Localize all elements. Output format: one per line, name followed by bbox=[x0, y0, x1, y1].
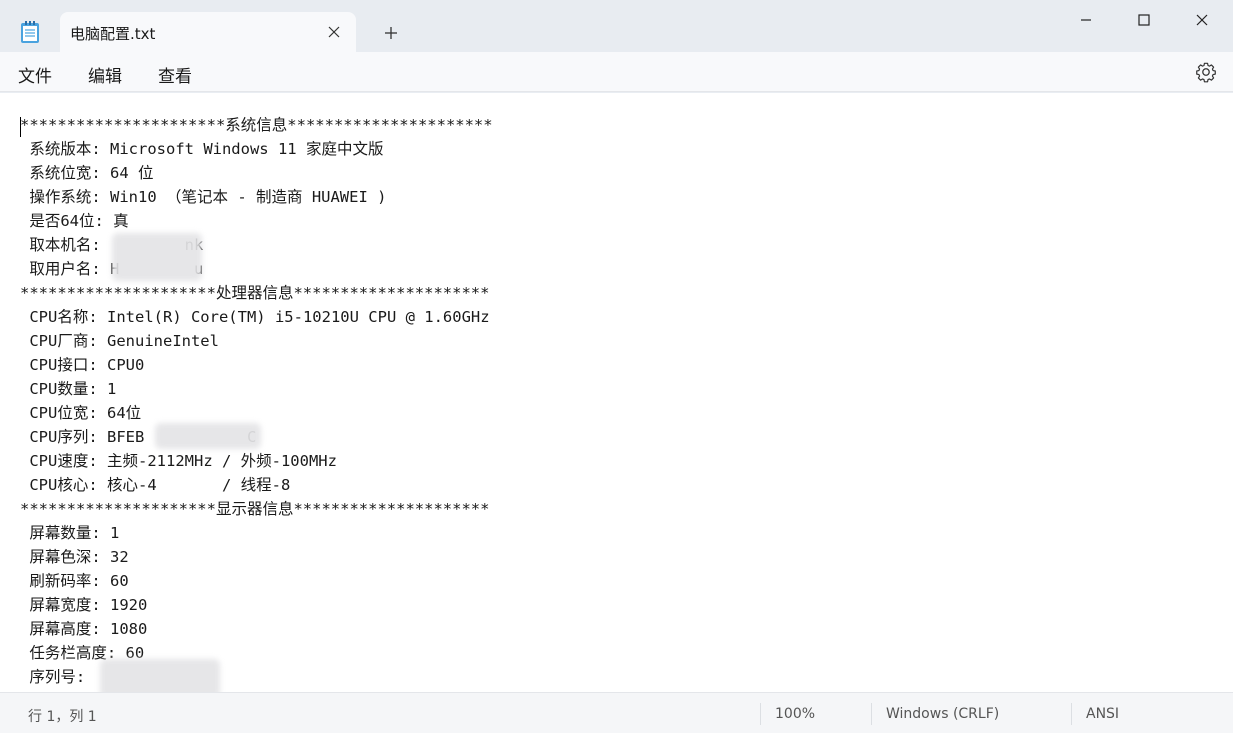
settings-button[interactable] bbox=[1195, 61, 1217, 83]
text-line: **********************系统信息**************… bbox=[20, 116, 493, 134]
text-line: CPU速度: 主频-2112MHz / 外频-100MHz bbox=[20, 452, 337, 470]
text-line: 屏幕宽度: 1920 bbox=[20, 596, 148, 614]
minimize-button[interactable] bbox=[1057, 0, 1115, 40]
divider bbox=[1071, 703, 1072, 725]
text-line: CPU名称: Intel(R) Core(TM) i5-10210U CPU @… bbox=[20, 308, 490, 326]
divider bbox=[871, 703, 872, 725]
redaction-blur bbox=[100, 659, 220, 692]
text-caret bbox=[20, 117, 21, 137]
text-line: CPU接口: CPU0 bbox=[20, 356, 145, 374]
text-line: *********************显示器信息**************… bbox=[20, 500, 490, 518]
menu-edit[interactable]: 编辑 bbox=[88, 62, 122, 87]
text-line: CPU位宽: 64位 bbox=[20, 404, 142, 422]
redaction-blur bbox=[112, 233, 202, 281]
zoom-level[interactable]: 100% bbox=[775, 706, 815, 722]
text-line: 操作系统: Win10 （笔记本 - 制造商 HUAWEI ) bbox=[20, 188, 387, 206]
text-line: *********************处理器信息**************… bbox=[20, 284, 490, 302]
plus-icon bbox=[385, 27, 397, 39]
document-text[interactable]: **********************系统信息**************… bbox=[20, 113, 493, 689]
new-tab-button[interactable] bbox=[378, 20, 404, 46]
text-line: CPU数量: 1 bbox=[20, 380, 117, 398]
text-line: 系统版本: Microsoft Windows 11 家庭中文版 bbox=[20, 140, 384, 158]
gear-icon bbox=[1196, 62, 1216, 83]
text-line: 取本机名: nk bbox=[29, 236, 203, 254]
text-line: 刷新码率: 60 bbox=[20, 572, 129, 590]
status-bar: 行 1，列 1 100% Windows (CRLF) ANSI bbox=[0, 692, 1233, 733]
text-line: CPU核心: 核心-4 / 线程-8 bbox=[20, 476, 291, 494]
close-icon bbox=[328, 26, 340, 38]
cursor-position: 行 1，列 1 bbox=[28, 709, 97, 725]
line-ending[interactable]: Windows (CRLF) bbox=[886, 706, 999, 722]
close-icon bbox=[1196, 14, 1208, 26]
maximize-icon bbox=[1138, 14, 1150, 26]
encoding[interactable]: ANSI bbox=[1086, 706, 1119, 722]
close-window-button[interactable] bbox=[1173, 0, 1231, 40]
maximize-button[interactable] bbox=[1115, 0, 1173, 40]
divider bbox=[760, 703, 761, 725]
menu-file[interactable]: 文件 bbox=[18, 62, 52, 87]
text-line: 序列号: bbox=[20, 668, 95, 686]
text-line: 屏幕高度: 1080 bbox=[20, 620, 148, 638]
close-tab-button[interactable] bbox=[322, 20, 346, 44]
text-line: 系统位宽: 64 位 bbox=[20, 164, 154, 182]
text-line: CPU厂商: GenuineIntel bbox=[20, 332, 219, 350]
text-editor[interactable]: **********************系统信息**************… bbox=[0, 93, 1233, 692]
tab-title: 电脑配置.txt bbox=[70, 25, 156, 43]
text-line: 是否64位: 真 bbox=[20, 212, 129, 230]
title-bar: 电脑配置.txt bbox=[0, 0, 1233, 52]
menu-view[interactable]: 查看 bbox=[158, 62, 192, 87]
notepad-icon bbox=[20, 20, 40, 44]
minimize-icon bbox=[1081, 19, 1091, 21]
text-line: 任务栏高度: 60 bbox=[20, 644, 145, 662]
text-line: 屏幕色深: 32 bbox=[20, 548, 129, 566]
tab-document[interactable]: 电脑配置.txt bbox=[60, 12, 356, 52]
menu-bar: 文件 编辑 查看 bbox=[0, 52, 1233, 92]
text-line: 取用户名: H u bbox=[29, 260, 203, 278]
redaction-blur bbox=[155, 423, 261, 449]
text-line: 屏幕数量: 1 bbox=[20, 524, 120, 542]
